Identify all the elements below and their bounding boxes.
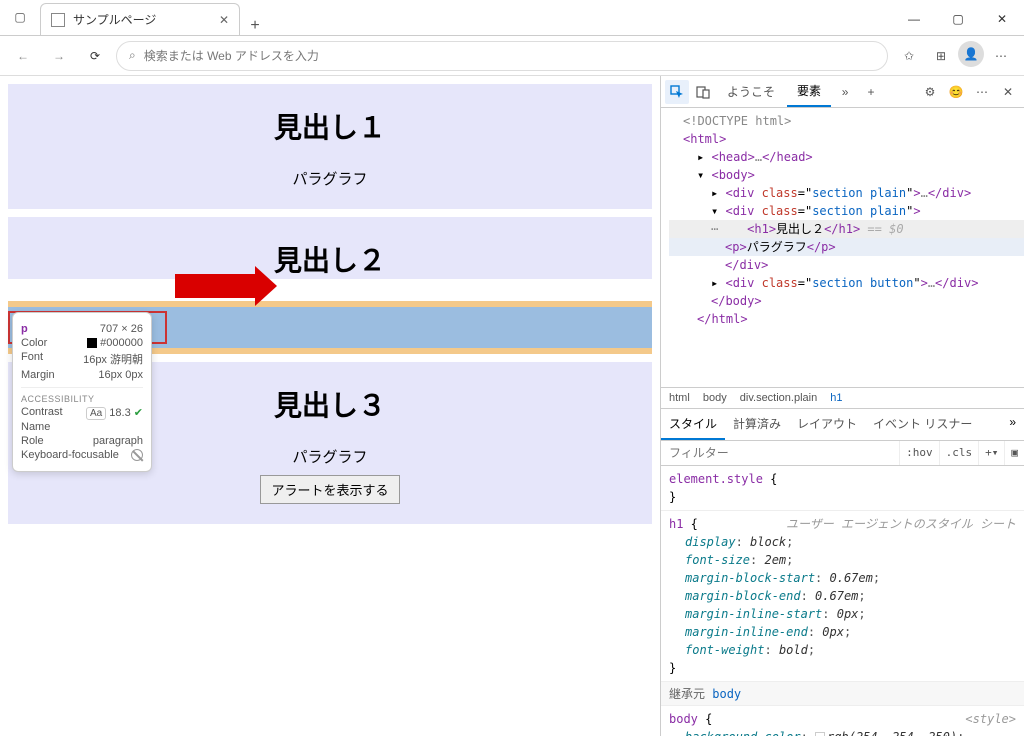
favicon-icon — [51, 13, 65, 27]
devtools-panel: ようこそ 要素 » + ⚙ 😊 ⋯ ✕ <!DOCTYPE html> <htm… — [660, 76, 1024, 736]
tooltip-dims: 707 × 26 — [100, 323, 143, 335]
profile-button[interactable]: 👤 — [958, 41, 984, 67]
tooltip-tag: p — [21, 323, 28, 335]
close-devtools-button[interactable]: ✕ — [996, 80, 1020, 104]
tab-elements[interactable]: 要素 — [787, 76, 831, 107]
css-rules[interactable]: element.style {} ユーザー エージェントのスタイル シート h1… — [661, 466, 1024, 736]
device-toggle-button[interactable] — [691, 80, 715, 104]
settings-icon[interactable]: ⚙ — [918, 80, 942, 104]
devtools-tabs: ようこそ 要素 » + ⚙ 😊 ⋯ ✕ — [661, 76, 1024, 108]
menu-button[interactable]: ⋯ — [986, 41, 1016, 71]
cls-toggle[interactable]: .cls — [939, 441, 979, 465]
minimize-button[interactable]: ― — [892, 3, 936, 35]
window-titlebar: ▢ サンプルページ ✕ + ― ▢ ✕ — [0, 0, 1024, 36]
tab-styles[interactable]: スタイル — [661, 409, 725, 440]
aa-badge: Aa — [86, 407, 106, 420]
not-focusable-icon — [131, 449, 143, 461]
favorites-button[interactable]: ✩ — [894, 41, 924, 71]
new-tab-button[interactable]: + — [240, 17, 270, 35]
rule-body[interactable]: <style> body { background-color: rgb(254… — [661, 706, 1024, 736]
styles-filter-row: :hov .cls +▾ ▣ — [661, 441, 1024, 466]
page-viewport: 見出し１ パラグラフ 見出し２ パラグラフ 見出し３ パラグラフ アラートを表示… — [0, 76, 660, 736]
back-button[interactable]: ← — [8, 41, 38, 71]
inspect-element-button[interactable] — [665, 80, 689, 104]
tab-actions-button[interactable]: ▢ — [0, 0, 40, 35]
tab-layout[interactable]: レイアウト — [789, 409, 865, 440]
collections-button[interactable]: ⊞ — [926, 41, 956, 71]
dom-hovered-p[interactable]: <p>パラグラフ</p> — [669, 238, 1024, 256]
more-tabs-button[interactable]: » — [833, 80, 857, 104]
section-2: 見出し２ — [8, 217, 652, 279]
dom-tree[interactable]: <!DOCTYPE html> <html> ▸ <head>…</head> … — [661, 108, 1024, 387]
dom-selected-h1[interactable]: ⋯ <h1>見出し２</h1> == $0 — [669, 220, 1024, 238]
annotation-arrow — [175, 274, 255, 298]
address-bar[interactable]: ⌕ 検索または Web アドレスを入力 — [116, 41, 888, 71]
inspector-tooltip: p707 × 26 Color#000000 Font16px 游明朝 Marg… — [12, 312, 152, 472]
tab-welcome[interactable]: ようこそ — [717, 77, 785, 106]
alert-button[interactable]: アラートを表示する — [260, 475, 399, 504]
box-shadow-editor-icon[interactable]: ▣ — [1004, 441, 1024, 465]
paragraph-1: パラグラフ — [8, 168, 652, 189]
more-styles-tabs[interactable]: » — [1001, 409, 1024, 440]
browser-toolbar: ← → ⟳ ⌕ 検索または Web アドレスを入力 ✩ ⊞ 👤 ⋯ — [0, 36, 1024, 76]
tab-event-listeners[interactable]: イベント リスナー — [865, 409, 980, 440]
accessibility-header: ACCESSIBILITY — [21, 394, 143, 404]
inherited-from-label: 継承元 body — [661, 682, 1024, 706]
color-swatch-icon[interactable] — [815, 732, 825, 736]
address-placeholder: 検索または Web アドレスを入力 — [144, 47, 319, 64]
refresh-button[interactable]: ⟳ — [80, 41, 110, 71]
tab-title: サンプルページ — [73, 11, 211, 28]
heading-1: 見出し１ — [8, 106, 652, 146]
close-button[interactable]: ✕ — [980, 3, 1024, 35]
section-1: 見出し１ パラグラフ — [8, 84, 652, 209]
dom-breadcrumb[interactable]: html body div.section.plain h1 — [661, 387, 1024, 408]
more-options-button[interactable]: ⋯ — [970, 80, 994, 104]
styles-tabs: スタイル 計算済み レイアウト イベント リスナー » — [661, 408, 1024, 441]
dom-doctype[interactable]: <!DOCTYPE html> — [669, 112, 1024, 130]
tab-close-icon[interactable]: ✕ — [219, 13, 229, 27]
maximize-button[interactable]: ▢ — [936, 3, 980, 35]
rule-h1[interactable]: ユーザー エージェントのスタイル シート h1 { display: block… — [661, 511, 1024, 682]
browser-tab[interactable]: サンプルページ ✕ — [40, 3, 240, 35]
window-controls: ― ▢ ✕ — [892, 3, 1024, 35]
feedback-icon[interactable]: 😊 — [944, 80, 968, 104]
rule-element-style[interactable]: element.style {} — [661, 466, 1024, 511]
add-tab-button[interactable]: + — [859, 80, 883, 104]
hov-toggle[interactable]: :hov — [899, 441, 939, 465]
styles-filter-input[interactable] — [661, 441, 899, 465]
check-icon: ✔ — [134, 407, 143, 419]
forward-button[interactable]: → — [44, 41, 74, 71]
new-style-rule-button[interactable]: +▾ — [978, 441, 1004, 465]
search-icon: ⌕ — [129, 48, 136, 63]
tab-computed[interactable]: 計算済み — [725, 409, 789, 440]
heading-2: 見出し２ — [8, 239, 652, 279]
color-swatch — [87, 338, 97, 348]
